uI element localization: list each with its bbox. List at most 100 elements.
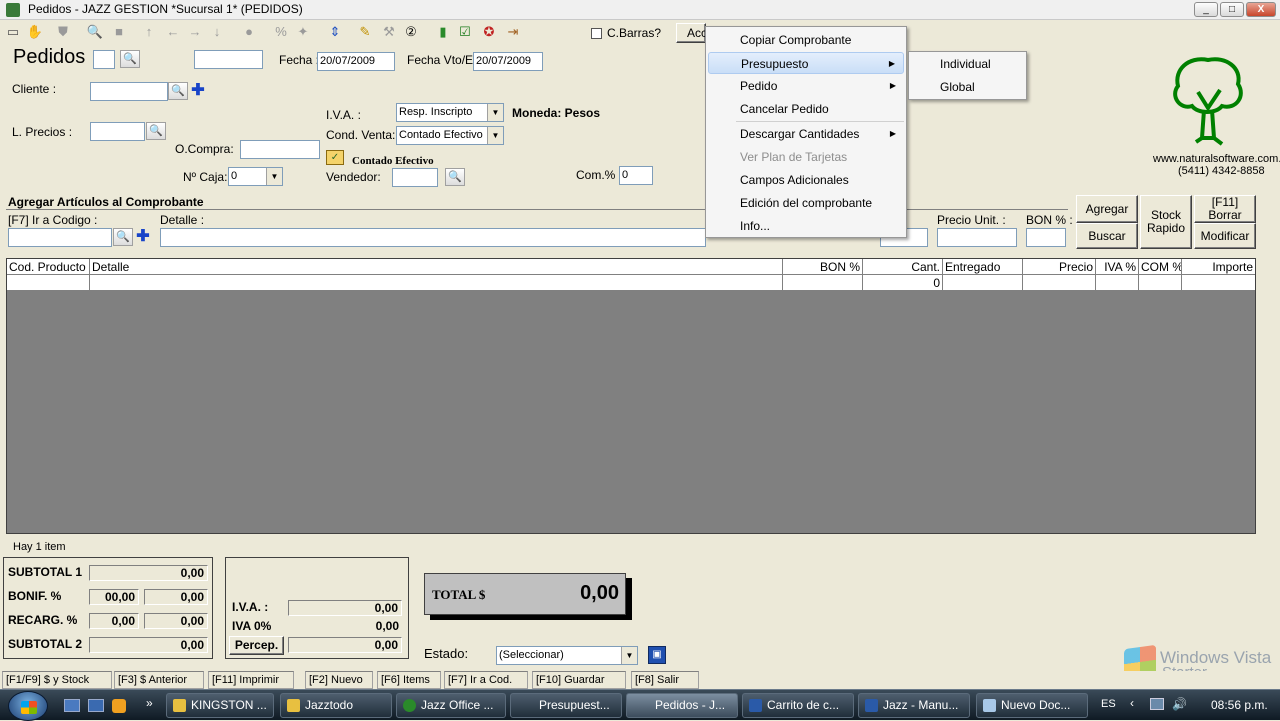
- new-doc-icon[interactable]: ▭: [4, 23, 22, 41]
- pedido-search-icon[interactable]: 🔍: [120, 50, 140, 68]
- col-bon[interactable]: BON %: [783, 259, 863, 275]
- quicklaunch-more-icon[interactable]: »: [146, 696, 153, 710]
- cbarras-checkbox[interactable]: [591, 28, 602, 39]
- task-jazz-office[interactable]: Jazz Office ...: [396, 693, 506, 718]
- buscar-button[interactable]: Buscar: [1076, 223, 1138, 249]
- iva-select[interactable]: Resp. Inscripto ▼: [396, 103, 504, 122]
- recarg-pct-field[interactable]: 0,00: [89, 613, 139, 629]
- volume-icon[interactable]: 🔊: [1172, 697, 1187, 711]
- task-pedidos[interactable]: Pedidos - J...: [626, 693, 738, 718]
- maximize-button[interactable]: □: [1220, 2, 1244, 17]
- task-presupuesto[interactable]: Presupuest...: [510, 693, 622, 718]
- cell-bon[interactable]: [783, 275, 863, 291]
- cell-detalle[interactable]: [90, 275, 783, 291]
- borrar-button[interactable]: [F11] Borrar: [1194, 195, 1256, 223]
- show-desktop-icon[interactable]: [64, 699, 80, 712]
- close-button[interactable]: X: [1246, 2, 1276, 17]
- status-salir[interactable]: [F8] Salir: [631, 671, 699, 689]
- menu-item-campos-adicionales[interactable]: Campos Adicionales: [708, 169, 904, 191]
- cell-iva[interactable]: [1096, 275, 1139, 291]
- condventa-select[interactable]: Contado Efectivo ▼: [396, 126, 504, 145]
- submenu-item-global[interactable]: Global: [911, 76, 1024, 98]
- menu-item-cancelar-pedido[interactable]: Cancelar Pedido: [708, 98, 904, 120]
- status-guardar[interactable]: [F10] Guardar: [532, 671, 626, 689]
- pencil-icon[interactable]: ✎: [356, 23, 374, 41]
- status-anterior[interactable]: [F3] $ Anterior: [114, 671, 204, 689]
- ocompra-field[interactable]: [240, 140, 320, 159]
- check-icon[interactable]: ☑: [456, 23, 474, 41]
- items-grid[interactable]: Cod. Producto Detalle BON % Cant. Entreg…: [6, 258, 1256, 534]
- cell-com[interactable]: [1139, 275, 1182, 291]
- task-kingston[interactable]: KINGSTON ...: [166, 693, 274, 718]
- hand-icon[interactable]: ✋: [26, 23, 44, 41]
- network-icon[interactable]: [1150, 698, 1164, 710]
- col-cant[interactable]: Cant.: [863, 259, 943, 275]
- fecha-vto-field[interactable]: 20/07/2009: [473, 52, 543, 71]
- codigo-field[interactable]: [8, 228, 112, 247]
- shield-icon[interactable]: ⛊: [54, 23, 72, 41]
- arrow-right-icon[interactable]: →: [186, 23, 204, 41]
- menu-item-info[interactable]: Info...: [708, 215, 904, 237]
- arrow-left-icon[interactable]: ←: [164, 23, 182, 41]
- lprecios-field[interactable]: [90, 122, 145, 141]
- table-row[interactable]: 0: [7, 275, 1255, 291]
- status-ir-cod[interactable]: [F7] Ir a Cod.: [444, 671, 528, 689]
- status-stock[interactable]: [F1/F9] $ y Stock: [2, 671, 112, 689]
- media-player-icon[interactable]: [112, 699, 126, 713]
- menu-item-descargar-cantidades[interactable]: Descargar Cantidades ▶: [708, 123, 904, 145]
- envelope-icon[interactable]: ✓: [326, 150, 344, 165]
- task-nuevo-doc[interactable]: Nuevo Doc...: [976, 693, 1088, 718]
- arrow-up-icon[interactable]: ↑: [140, 23, 158, 41]
- cell-precio[interactable]: [1023, 275, 1096, 291]
- sort-icon[interactable]: ⇕: [326, 23, 344, 41]
- precio-unit-field[interactable]: [937, 228, 1017, 247]
- pedido-code-field[interactable]: [194, 50, 263, 69]
- vendedor-field[interactable]: [392, 168, 438, 187]
- acciones-button[interactable]: Acc: [676, 23, 707, 43]
- cliente-field[interactable]: [90, 82, 168, 101]
- switch-windows-icon[interactable]: [88, 699, 104, 712]
- cell-cant[interactable]: 0: [863, 275, 943, 291]
- cliente-add-icon[interactable]: ✚: [191, 83, 205, 99]
- cell-entregado[interactable]: [943, 275, 1023, 291]
- start-button[interactable]: [8, 691, 48, 721]
- bottle-icon[interactable]: ▮: [434, 23, 452, 41]
- status-nuevo[interactable]: [F2] Nuevo: [305, 671, 373, 689]
- status-items[interactable]: [F6] Items: [377, 671, 441, 689]
- com-field[interactable]: 0: [619, 166, 653, 185]
- codigo-add-icon[interactable]: ✚: [136, 229, 150, 245]
- circle-icon[interactable]: ●: [240, 23, 258, 41]
- clock[interactable]: 08:56 p.m.: [1211, 698, 1268, 712]
- codigo-search-icon[interactable]: 🔍: [113, 228, 133, 246]
- menu-item-pedido[interactable]: Pedido ▶: [708, 75, 904, 97]
- percent-icon[interactable]: %: [272, 23, 290, 41]
- bonif-pct-field[interactable]: 00,00: [89, 589, 139, 605]
- cell-cod-producto[interactable]: [7, 275, 90, 291]
- tray-expand-icon[interactable]: ‹: [1130, 696, 1134, 710]
- detalle-field[interactable]: [160, 228, 706, 247]
- estado-select[interactable]: (Seleccionar) ▼: [496, 646, 638, 665]
- bon-field[interactable]: [1026, 228, 1066, 247]
- task-jazztodo[interactable]: Jazztodo: [280, 693, 392, 718]
- ncaja-select[interactable]: 0 ▼: [228, 167, 283, 186]
- lifebuoy-icon[interactable]: ✪: [480, 23, 498, 41]
- col-iva[interactable]: IVA %: [1096, 259, 1139, 275]
- lprecios-search-icon[interactable]: 🔍: [146, 122, 166, 140]
- puzzle-icon[interactable]: ✦: [294, 23, 312, 41]
- save-icon[interactable]: ▣: [648, 646, 666, 664]
- col-precio[interactable]: Precio: [1023, 259, 1096, 275]
- pedido-number-field[interactable]: [93, 50, 115, 69]
- menu-item-copiar-comprobante[interactable]: Copiar Comprobante: [708, 29, 904, 51]
- exit-icon[interactable]: ⇥: [504, 23, 522, 41]
- stock-rapido-button[interactable]: Stock Rapido: [1140, 195, 1192, 249]
- task-carrito[interactable]: Carrito de c...: [742, 693, 854, 718]
- status-imprimir[interactable]: [F11] Imprimir: [208, 671, 294, 689]
- col-detalle[interactable]: Detalle: [90, 259, 783, 275]
- col-com[interactable]: COM %: [1139, 259, 1182, 275]
- submenu-item-individual[interactable]: Individual: [911, 53, 1024, 75]
- task-jazz-manual[interactable]: Jazz - Manu...: [858, 693, 970, 718]
- col-entregado[interactable]: Entregado: [943, 259, 1023, 275]
- col-importe[interactable]: Importe: [1182, 259, 1255, 275]
- percep-button[interactable]: Percep.: [229, 636, 284, 655]
- help-icon[interactable]: ②: [402, 23, 420, 41]
